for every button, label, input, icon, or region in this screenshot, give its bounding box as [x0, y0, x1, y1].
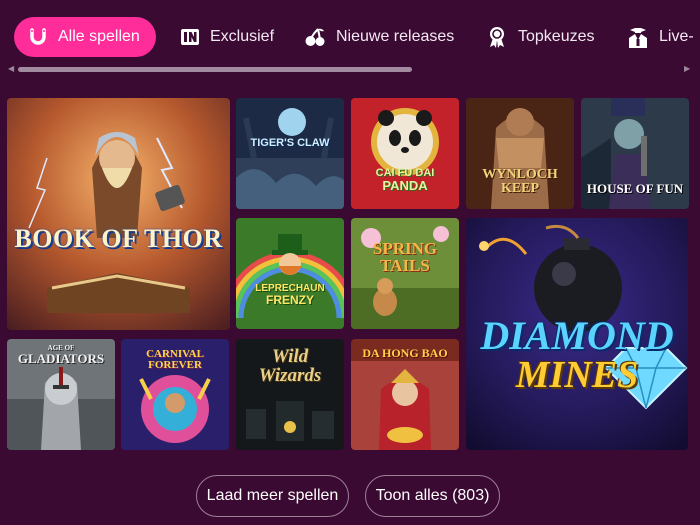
title-line: MINES: [515, 354, 639, 396]
tab-top-picks[interactable]: Topkeuzes: [486, 17, 595, 57]
game-tile-book-of-thor[interactable]: BOOK OF THOR: [7, 98, 230, 330]
scroll-right-arrow-icon[interactable]: ▶: [684, 65, 690, 73]
in-badge-icon: [181, 29, 199, 45]
horseshoe-icon: [30, 28, 46, 45]
game-tile-wynloch-keep[interactable]: WYNLOCH KEEP: [466, 98, 574, 209]
title-line: DIAMOND: [480, 313, 674, 358]
tab-new-releases[interactable]: Nieuwe releases: [304, 17, 454, 57]
game-tile-diamond-mines[interactable]: DIAMOND MINES: [466, 218, 688, 450]
dealer-icon: [629, 28, 647, 48]
scrollbar-thumb[interactable]: [18, 67, 412, 72]
game-title: WYNLOCH KEEP: [466, 168, 574, 196]
game-title: Wild Wizards: [236, 347, 344, 385]
tab-label: Exclusief: [210, 28, 275, 45]
game-title: LEPRECHAUN FRENZY: [236, 284, 344, 307]
leprechaun-frenzy-artwork: [236, 218, 344, 329]
game-tile-cai-fu-dai-panda[interactable]: CAI FU DAI PANDA: [351, 98, 459, 209]
game-title: CAI FU DAI PANDA: [351, 168, 459, 193]
title-line: FRENZY: [266, 293, 314, 307]
game-tile-leprechaun-frenzy[interactable]: LEPRECHAUN FRENZY: [236, 218, 344, 329]
tab-label: Alle spellen: [58, 28, 140, 45]
cherries-icon: [305, 28, 325, 46]
scroll-left-arrow-icon[interactable]: ◀: [8, 65, 14, 73]
game-title: SPRING TAILS: [351, 240, 459, 274]
game-tile-house-of-fun[interactable]: HOUSE OF FUN: [581, 98, 689, 209]
title-line: KEEP: [500, 181, 540, 196]
tab-label: Live-: [659, 28, 694, 45]
title-line: Wizards: [258, 365, 322, 386]
game-tile-da-hong-bao[interactable]: DA HONG BAO: [351, 339, 459, 450]
game-tile-wild-wizards[interactable]: Wild Wizards: [236, 339, 344, 450]
game-title: AGE OF GLADIATORS: [7, 345, 115, 366]
game-tile-age-of-gladiators[interactable]: AGE OF GLADIATORS: [7, 339, 115, 450]
title-line: GLADIATORS: [17, 351, 105, 366]
game-title: DIAMOND MINES: [466, 313, 688, 396]
tab-all-games[interactable]: Alle spellen: [14, 17, 156, 57]
tigers-claw-artwork: [236, 98, 344, 209]
game-title: TIGER'S CLAW: [250, 137, 330, 149]
show-all-games-button[interactable]: Toon alles (803): [365, 475, 500, 517]
title-line: TAILS: [380, 256, 430, 275]
game-title: DA HONG BAO: [362, 346, 448, 360]
tab-scrollbar[interactable]: ◀ ▶: [0, 62, 700, 76]
tab-live[interactable]: Live-: [627, 17, 694, 57]
category-tab-bar: Alle spellen Exclusief Nieuwe releases T…: [0, 0, 700, 62]
title-line: PANDA: [382, 178, 428, 193]
title-line: Wild: [271, 346, 309, 367]
tab-label: Nieuwe releases: [336, 28, 455, 45]
tab-label: Topkeuzes: [518, 28, 595, 45]
game-title: BOOK OF THOR: [14, 224, 223, 253]
title-line: FOREVER: [148, 359, 202, 371]
award-ribbon-icon: [490, 27, 504, 48]
book-of-thor-artwork: [7, 98, 230, 330]
load-more-games-button[interactable]: Laad meer spellen: [196, 475, 349, 517]
game-title: HOUSE OF FUN: [586, 181, 684, 196]
game-tile-spring-tails[interactable]: SPRING TAILS: [351, 218, 459, 329]
tab-exclusive[interactable]: Exclusief: [180, 17, 274, 57]
title-line: WYNLOCH: [482, 167, 558, 182]
game-title: CARNIVAL FOREVER: [121, 349, 229, 371]
game-tile-tigers-claw[interactable]: TIGER'S CLAW: [236, 98, 344, 209]
title-line: SPRING: [372, 239, 438, 258]
game-tile-carnival-forever[interactable]: CARNIVAL FOREVER: [121, 339, 229, 450]
